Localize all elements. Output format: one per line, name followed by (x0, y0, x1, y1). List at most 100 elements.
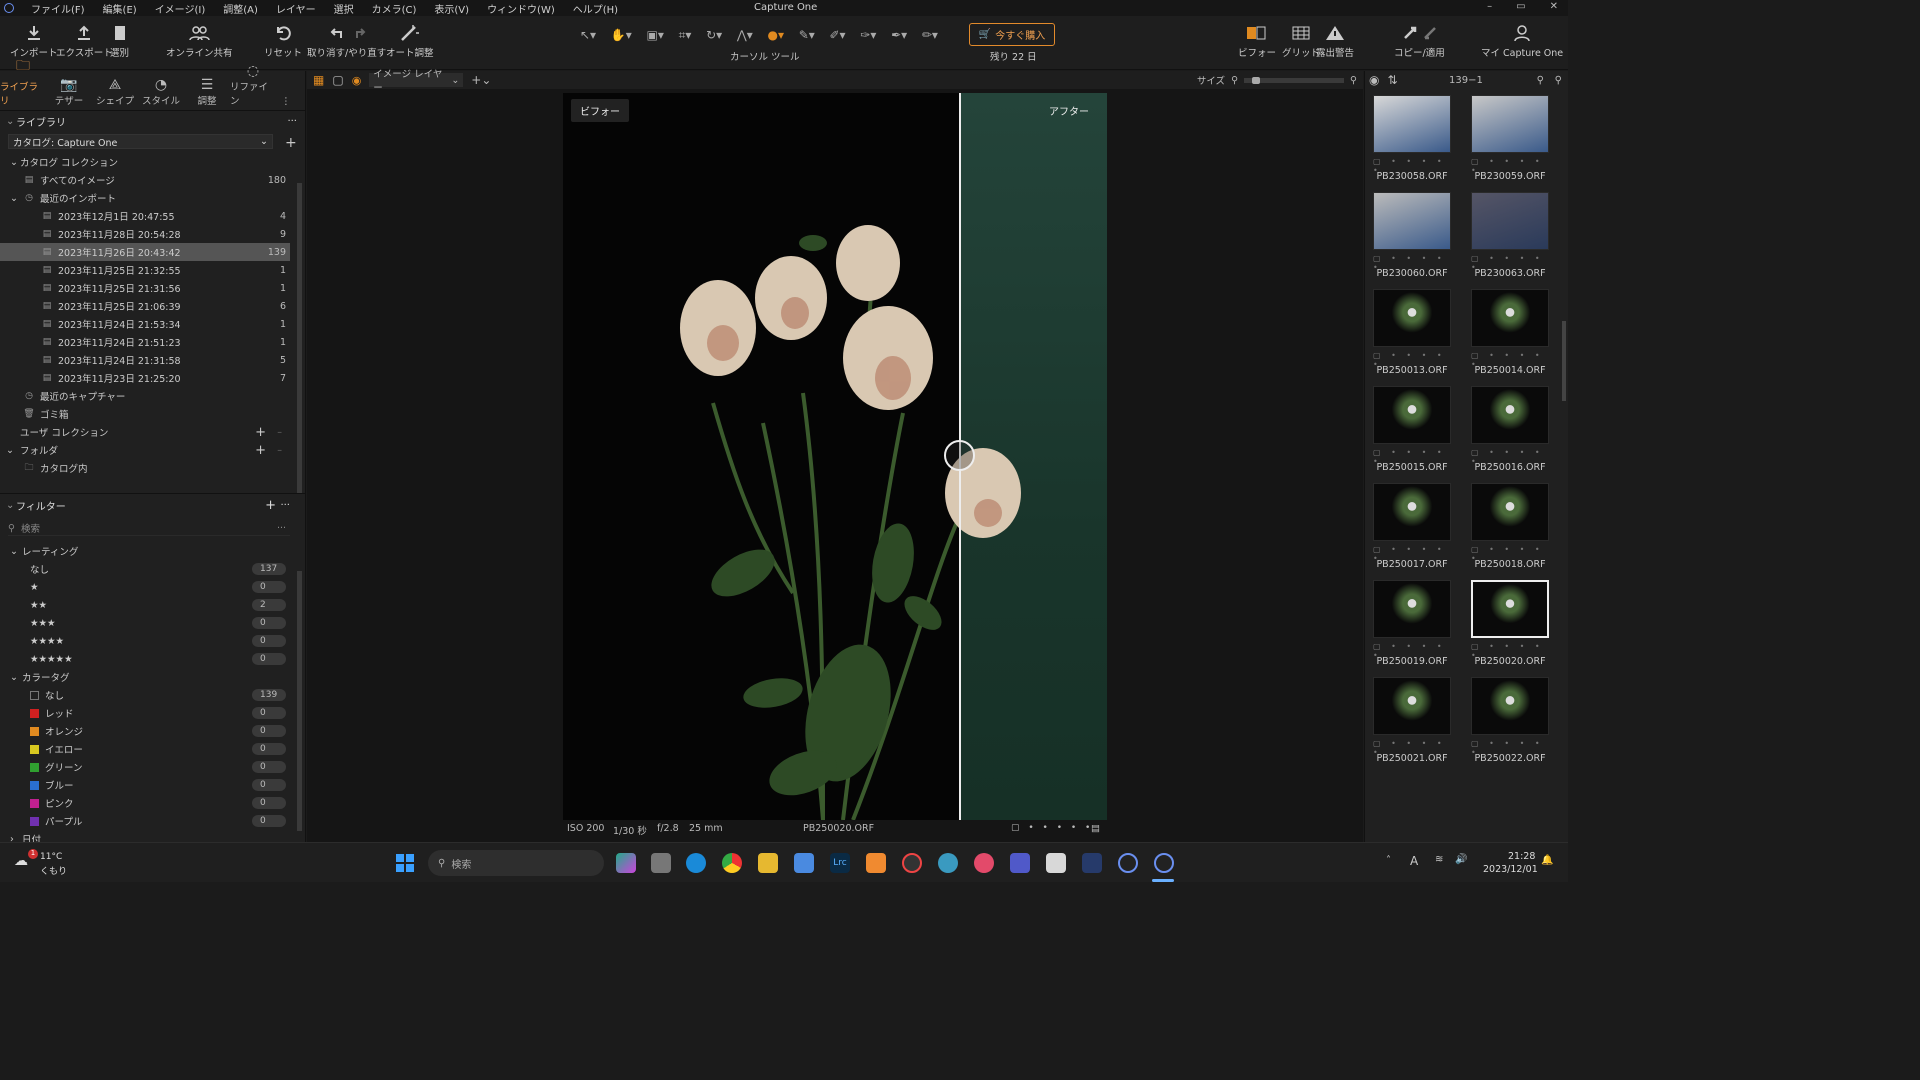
thumbnail[interactable]: ▢ • • • • • PB250019.ORF (1373, 580, 1453, 670)
add-collection-button[interactable]: + (255, 425, 266, 440)
import-item[interactable]: ▤ 2023年11月25日 21:06:39 6 (0, 297, 290, 315)
edge-icon[interactable] (686, 853, 706, 873)
folders-header[interactable]: ⌄ フォルダ + – (0, 441, 290, 459)
photos-icon[interactable] (938, 853, 958, 873)
eye-icon[interactable]: ◉ (352, 74, 362, 87)
eyedropper-tool-icon[interactable]: ✒▾ (891, 28, 907, 42)
import-item[interactable]: ▤ 2023年11月25日 21:31:56 1 (0, 279, 290, 297)
thumb-size-slider[interactable] (1244, 76, 1345, 84)
color-tag-filter-item[interactable]: ピンク 0 (0, 794, 290, 812)
thumbnail[interactable]: ▢ • • • • • PB250015.ORF (1373, 386, 1453, 476)
menu-file[interactable]: ファイル(F) (22, 1, 94, 16)
brush-tool-icon[interactable]: ✎▾ (799, 28, 815, 42)
add-filter-button[interactable]: + (265, 498, 276, 513)
export-button[interactable]: エクスポート (56, 24, 113, 59)
grid-button[interactable]: グリッド (1282, 24, 1320, 59)
catalog-collection-header[interactable]: ⌄ カタログ コレクション (0, 153, 290, 171)
menu-camera[interactable]: カメラ(C) (363, 1, 426, 16)
thumbnail[interactable]: ▢ • • • • • PB250020.ORF (1471, 580, 1551, 670)
catalog-select[interactable]: カタログ: Capture One ⌄ (8, 134, 273, 149)
music-icon[interactable] (974, 853, 994, 873)
auto-adjust-button[interactable]: オート調整 (386, 24, 434, 59)
rating-stars[interactable]: ▢ • • • • • (1011, 823, 1093, 833)
thumbnail[interactable]: ▢ • • • • • PB230059.ORF (1471, 95, 1551, 185)
sort-icon[interactable]: ⇅ (1387, 73, 1397, 87)
menu-select[interactable]: 選択 (325, 1, 363, 16)
undo-redo-button[interactable]: 取り消す/やり直す (307, 24, 386, 59)
bell-icon[interactable]: 🔔 (1541, 855, 1553, 866)
trash-item[interactable]: 🗑 ゴミ箱 (0, 405, 290, 423)
menu-layer[interactable]: レイヤー (267, 1, 325, 16)
menu-adjust[interactable]: 調整(A) (214, 1, 267, 16)
rating-filter-item[interactable]: ★★ 2 (0, 596, 290, 614)
capture-one-active-icon[interactable] (1154, 853, 1174, 873)
tab-library[interactable]: 🗀 ライブラリ (0, 55, 46, 110)
filter-search-input[interactable]: ⚲ 検索 ··· (8, 521, 290, 536)
remove-folder-button[interactable]: – (277, 445, 282, 456)
my-capture-one-button[interactable]: マイ Capture One (1481, 24, 1563, 59)
picker-tool-icon[interactable]: ✑▾ (860, 28, 876, 42)
filters-section-header[interactable]: ⌄ フィルター + ··· (0, 497, 300, 514)
scrollbar[interactable] (297, 183, 302, 493)
compare-handle[interactable] (944, 440, 975, 471)
import-item[interactable]: ▤ 2023年11月24日 21:51:23 1 (0, 333, 290, 351)
taskbar-search[interactable]: ⚲ 検索 (428, 850, 604, 876)
slider-handle[interactable] (1252, 76, 1261, 84)
app-icon[interactable] (1082, 853, 1102, 873)
loupe-tool-icon[interactable]: ▣▾ (646, 28, 663, 42)
single-view-icon[interactable]: ▢ (332, 73, 343, 87)
clock-time[interactable]: 21:28 (1508, 851, 1535, 862)
scrollbar[interactable] (1562, 321, 1566, 401)
tab-adjust[interactable]: ☰ 調整 (184, 77, 230, 110)
import-item[interactable]: ▤ 2023年11月23日 21:25:20 7 (0, 369, 290, 387)
ime-indicator-icon[interactable]: A (1410, 854, 1418, 868)
close-button[interactable]: ✕ (1550, 1, 1558, 12)
file-explorer-icon[interactable] (758, 853, 778, 873)
lightroom-classic-icon[interactable]: Lrc (830, 853, 850, 873)
copilot-icon[interactable] (616, 853, 636, 873)
windows-start-icon[interactable] (396, 854, 414, 872)
menu-image[interactable]: イメージ(I) (146, 1, 215, 16)
rating-header[interactable]: ⌄ レーティング (0, 542, 290, 560)
import-button[interactable]: インポート (10, 24, 58, 59)
remove-collection-button[interactable]: – (277, 427, 282, 438)
buy-now-button[interactable]: 🛒 今すぐ購入 (969, 23, 1055, 46)
rating-filter-item[interactable]: ★ 0 (0, 578, 290, 596)
thumbnail[interactable]: ▢ • • • • • PB250018.ORF (1471, 483, 1551, 573)
grid-view-icon[interactable]: ▦ (313, 73, 324, 87)
clock-date[interactable]: 2023/12/01 (1483, 864, 1538, 875)
import-item[interactable]: ▤ 2023年11月24日 21:53:34 1 (0, 315, 290, 333)
tab-tether[interactable]: 📷 テザー (46, 77, 92, 110)
zoom-in-icon[interactable]: ⚲ (1350, 75, 1357, 86)
minimize-button[interactable]: – (1487, 1, 1492, 12)
app-icon[interactable] (1046, 853, 1066, 873)
volume-icon[interactable]: 🔊 (1455, 854, 1467, 865)
thumbnail[interactable]: ▢ • • • • • PB230060.ORF (1373, 192, 1453, 282)
scrollbar[interactable] (297, 571, 302, 831)
copy-apply-button[interactable]: コピー/適用 (1394, 24, 1445, 59)
thumbnail[interactable]: ▢ • • • • • PB230058.ORF (1373, 95, 1453, 185)
color-tag-icon[interactable]: ▤ (1091, 823, 1100, 834)
tab-style[interactable]: ◔ スタイル (138, 77, 184, 110)
zoom-out-icon[interactable]: ⚲ (1231, 75, 1238, 86)
reset-button[interactable]: リセット (264, 24, 302, 59)
menu-help[interactable]: ヘルプ(H) (564, 1, 627, 16)
thumbnail[interactable]: ▢ • • • • • PB250022.ORF (1471, 677, 1551, 767)
keystone-tool-icon[interactable]: ⋀▾ (737, 28, 753, 42)
library-section-header[interactable]: ⌄ ライブラリ ··· (0, 113, 305, 130)
layer-select[interactable]: イメージ レイヤー ⌄ (369, 69, 464, 94)
davinci-resolve-icon[interactable] (902, 853, 922, 873)
eye-icon[interactable]: ◉ (1369, 73, 1379, 87)
color-tag-filter-item[interactable]: なし 139 (0, 686, 290, 704)
kindle-icon[interactable] (866, 853, 886, 873)
chrome-icon[interactable] (722, 853, 742, 873)
rotate-tool-icon[interactable]: ↻▾ (706, 28, 722, 42)
chevron-up-icon[interactable]: ˄ (1386, 855, 1391, 866)
share-button[interactable]: オンライン共有 (166, 24, 233, 59)
add-folder-button[interactable]: + (255, 443, 266, 458)
pointer-tool-icon[interactable]: ↖▾ (580, 28, 596, 42)
import-item[interactable]: ▤ 2023年12月1日 20:47:55 4 (0, 207, 290, 225)
color-tag-header[interactable]: ⌄ カラータグ (0, 668, 290, 686)
exposure-warning-button[interactable]: 露出警告 (1316, 24, 1354, 59)
eraser-tool-icon[interactable]: ✐▾ (829, 28, 845, 42)
